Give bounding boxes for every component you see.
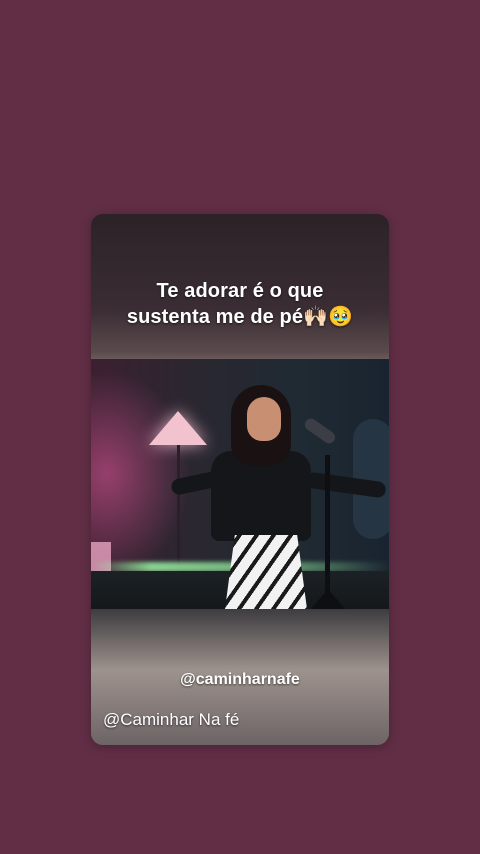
microphone bbox=[302, 416, 338, 446]
watermark-label: @Caminhar Na fé bbox=[103, 710, 240, 729]
account-handle[interactable]: @caminharnafe bbox=[91, 671, 389, 689]
singer-skirt bbox=[225, 535, 307, 609]
caption-line: sustenta me de pé🙌🏻🥹 bbox=[126, 306, 354, 328]
mic-stand bbox=[325, 455, 330, 609]
caption-line: Te adorar é o que bbox=[156, 280, 324, 302]
video-frame[interactable] bbox=[91, 359, 389, 609]
singer-face bbox=[247, 397, 281, 441]
story-card[interactable]: Te adorar é o que sustenta me de pé🙌🏻🥹 @c… bbox=[91, 214, 389, 745]
story-caption: Te adorar é o que sustenta me de pé🙌🏻🥹 bbox=[91, 278, 389, 330]
lamp-shade bbox=[149, 411, 207, 445]
lamp-post bbox=[177, 445, 180, 565]
